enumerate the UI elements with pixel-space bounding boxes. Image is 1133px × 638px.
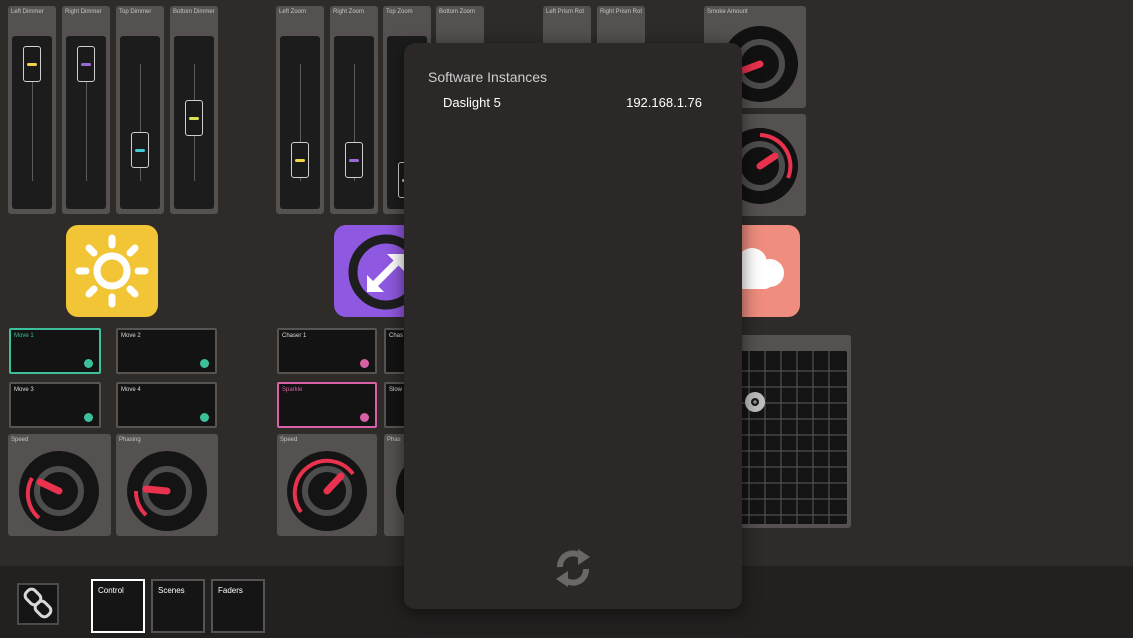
xy-pad[interactable] [741,351,847,524]
speed-dial-panel: Speed [277,434,377,536]
speed-dial-panel: Speed [8,434,111,536]
nav-label: Scenes [158,586,185,595]
fader-right-dimmer: Right Dimmer [62,6,110,214]
speed-dial[interactable] [277,434,377,536]
tile-label: Move 1 [14,333,34,339]
software-instances-popover: Software Instances Daslight 5 192.168.1.… [404,43,742,609]
move-tile[interactable]: Move 4 [116,382,217,428]
status-dot [200,413,209,422]
refresh-icon[interactable] [548,545,598,591]
fader-label: Left Dimmer [11,9,44,15]
status-dot [84,359,93,368]
prism-label: Left Prism Rot [546,9,585,15]
nav-label: Faders [218,586,243,595]
move-tile[interactable]: Move 2 [116,328,217,374]
fader-handle[interactable] [77,46,95,82]
move-tile[interactable]: Move 1 [9,328,101,374]
fader-top-dimmer: Top Dimmer [116,6,164,214]
fader-bottom-dimmer: Bottom Dimmer [170,6,218,214]
status-dot [360,359,369,368]
popover-title: Software Instances [428,69,548,85]
nav-control[interactable]: Control [91,579,145,633]
fader-handle[interactable] [185,100,203,136]
fader-label: Left Zoom [279,9,307,15]
fader-right-zoom: Right Zoom [330,6,378,214]
fader-handle[interactable] [345,142,363,178]
link-icon [23,587,53,619]
fader-label: Right Dimmer [65,9,102,15]
fader-label: Top Dimmer [119,9,152,15]
instance-name: Daslight 5 [443,95,501,110]
status-dot [84,413,93,422]
instance-row[interactable]: Daslight 5 192.168.1.76 [404,93,742,115]
speed-dial[interactable] [8,434,111,536]
tile-label: Move 4 [121,387,141,393]
nav-label: Control [98,586,124,595]
tile-label: Move 2 [121,333,141,339]
fader-label: Right Zoom [333,9,365,15]
fader-handle[interactable] [23,46,41,82]
move-tile[interactable]: Move 3 [9,382,101,428]
tile-label: Slow [389,387,403,393]
tile-label: Chas [389,333,404,339]
fader-handle[interactable] [291,142,309,178]
fader-left-dimmer: Left Dimmer [8,6,56,214]
status-dot [200,359,209,368]
fader-label: Bottom Dimmer [173,9,215,15]
status-dot [360,413,369,422]
nav-faders[interactable]: Faders [211,579,265,633]
chaser-tile[interactable]: Chaser 1 [277,328,377,374]
phasing-dial-panel: Phasing [116,434,218,536]
sun-app-button[interactable] [66,225,158,317]
instance-ip: 192.168.1.76 [626,95,702,110]
xy-pad-panel [735,335,851,528]
fader-label: Bottom Zoom [439,9,476,15]
link-button[interactable] [17,583,59,625]
nav-scenes[interactable]: Scenes [151,579,205,633]
tile-label: Move 3 [14,387,34,393]
chaser-tile[interactable]: Sparkle [277,382,377,428]
prism-label: Right Prism Rot [600,9,643,15]
tile-label: Chaser 1 [282,333,307,339]
fader-left-zoom: Left Zoom [276,6,324,214]
fader-handle[interactable] [131,132,149,168]
sun-icon [75,234,149,308]
control-surface: Left Dimmer Right Dimmer Top Dimmer Bott… [0,0,1133,638]
phasing-dial[interactable] [116,434,218,536]
tile-label: Sparkle [282,387,303,393]
fader-label: Top Zoom [386,9,413,15]
